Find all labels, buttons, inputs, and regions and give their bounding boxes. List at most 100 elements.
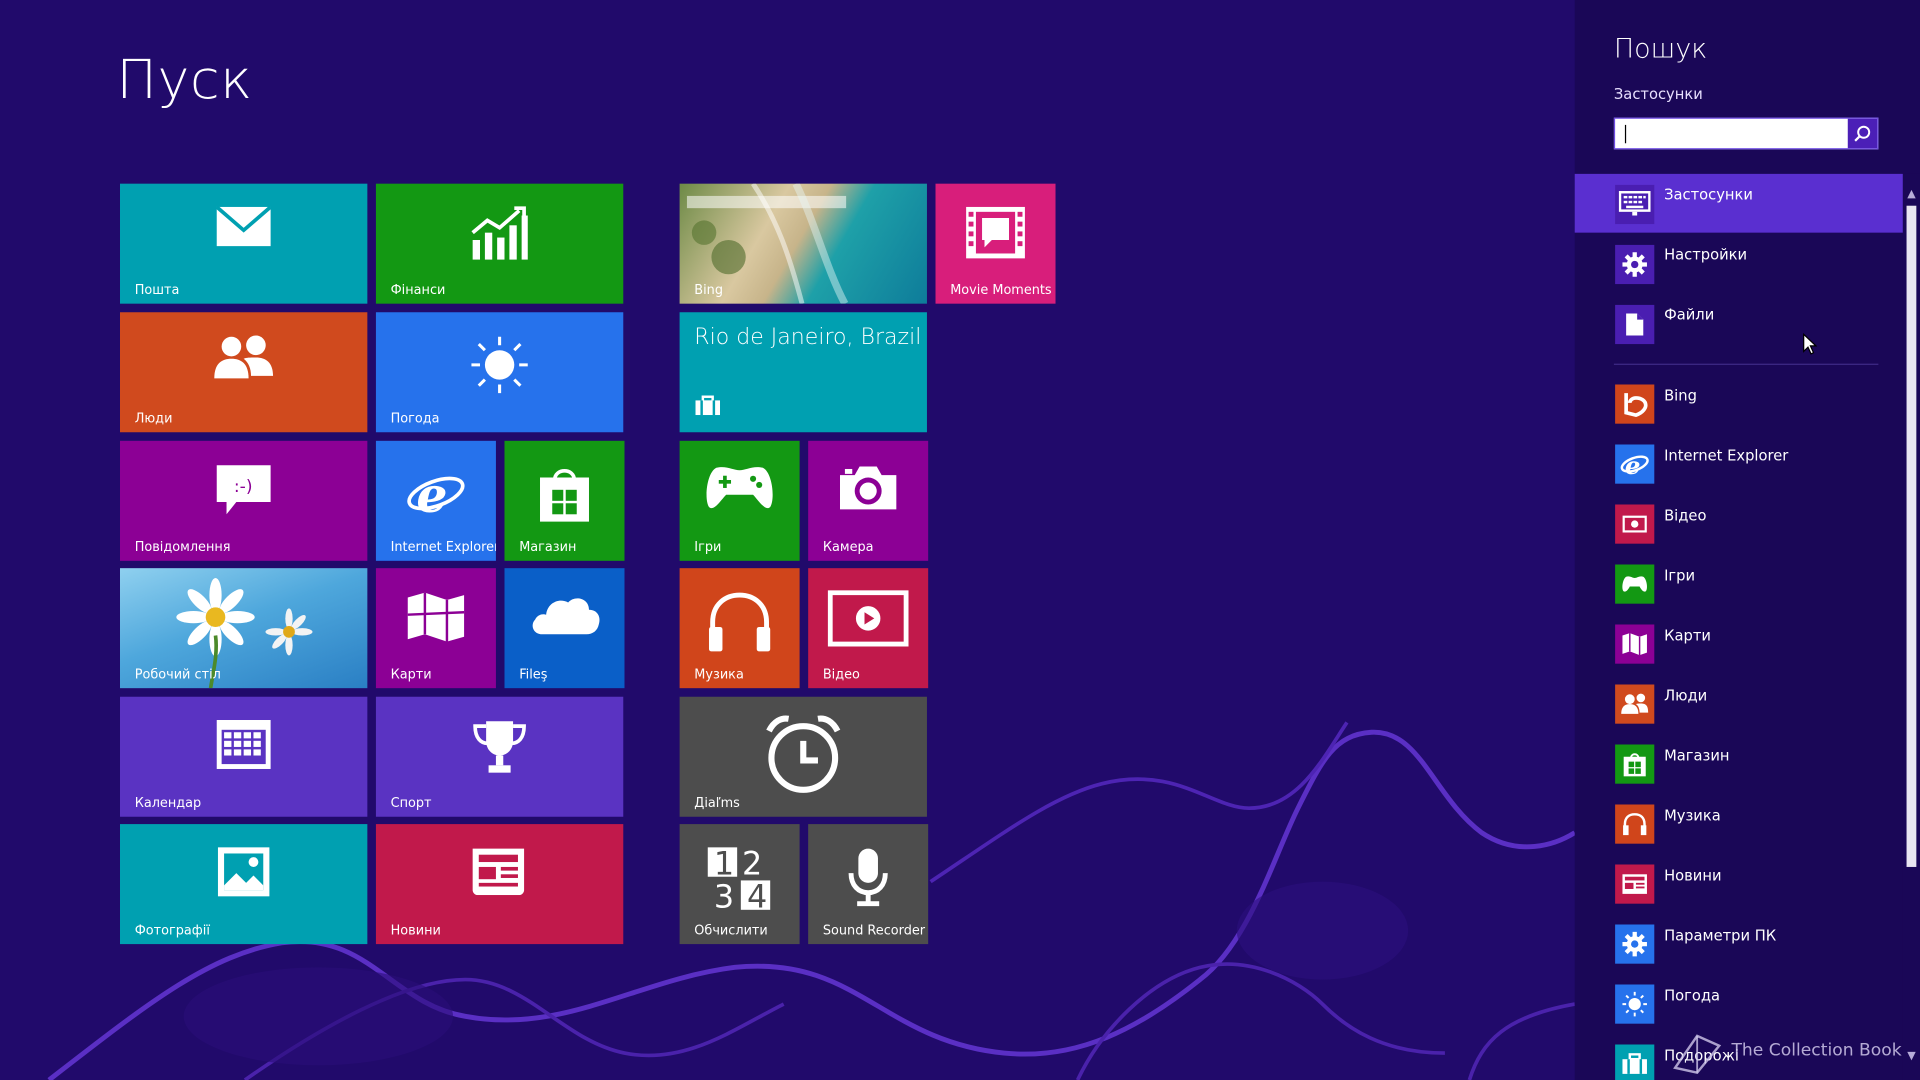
tile-alarms[interactable]: Дiaľms	[679, 696, 927, 817]
tile-label: Fileş	[519, 667, 548, 683]
app-result-games[interactable]: Ігри	[1575, 557, 1903, 611]
camera-icon	[808, 463, 928, 512]
tile-label: Новини	[390, 923, 441, 938]
app-result-people[interactable]: Люди	[1575, 677, 1903, 731]
finance-chart-icon	[376, 206, 623, 262]
tile-photos[interactable]: Фотографії	[120, 824, 368, 945]
app-result-music[interactable]: Музика	[1575, 797, 1903, 851]
app-result-label: Новини	[1664, 866, 1722, 885]
tile-label: Movie Moments	[950, 282, 1052, 298]
scroll-down-arrow-icon[interactable]: ▼	[1905, 1051, 1917, 1063]
tile-games[interactable]: Ігри	[679, 440, 800, 561]
mouse-pointer-icon	[1802, 332, 1818, 360]
people-icon	[1615, 684, 1655, 724]
tile-files[interactable]: Fileş	[504, 568, 625, 689]
tile-video[interactable]: Відео	[808, 568, 929, 689]
app-result-pc-settings[interactable]: Параметри ПК	[1575, 917, 1903, 971]
headphones-icon	[680, 590, 800, 654]
tile-desktop[interactable]: Робочий стіл	[120, 568, 368, 689]
search-scope-label: Застосунки	[1613, 85, 1703, 103]
tile-label: Карти	[390, 667, 432, 683]
app-result-news[interactable]: Новини	[1575, 857, 1903, 911]
tile-mail[interactable]: Пошта	[120, 183, 368, 304]
start-screen: Пуск Пошта Фінанси Люди Погода :-) Повід…	[0, 0, 1920, 1080]
alarm-clock-icon	[680, 714, 927, 795]
search-button[interactable]	[1847, 118, 1878, 149]
app-result-weather[interactable]: Погода	[1575, 977, 1903, 1031]
app-result-label: Музика	[1664, 806, 1721, 825]
scroll-up-arrow-icon[interactable]: ▲	[1905, 189, 1917, 201]
app-result-internet-explorer[interactable]: e Internet Explorer	[1575, 437, 1903, 491]
tile-label: Магазин	[519, 540, 577, 555]
text-caret	[1624, 124, 1627, 144]
app-result-maps[interactable]: Карти	[1575, 617, 1903, 671]
bing-icon	[1615, 384, 1655, 424]
file-icon	[1615, 304, 1655, 345]
tile-finance[interactable]: Фінанси	[375, 183, 624, 304]
tile-movie-moments[interactable]: Movie Moments	[935, 183, 1056, 304]
tile-music[interactable]: Музика	[679, 568, 800, 689]
scope-item-label: Файли	[1664, 306, 1715, 324]
app-result-label: Магазин	[1664, 746, 1730, 765]
scope-item-files[interactable]: Файли	[1575, 294, 1903, 353]
tile-label: Погода	[390, 411, 440, 427]
tile-messaging[interactable]: :-) Повідомлення	[120, 440, 368, 561]
microphone-icon	[808, 846, 928, 910]
tile-label: Пошта	[134, 282, 180, 298]
sun-icon	[376, 334, 623, 395]
tile-camera[interactable]: Камера	[808, 440, 929, 561]
video-icon	[1615, 504, 1655, 544]
app-result-video[interactable]: Відео	[1575, 497, 1903, 551]
mail-icon	[120, 205, 367, 248]
search-results-scrollbar[interactable]: ▲ ▼	[1902, 173, 1920, 1080]
start-title: Пуск	[116, 48, 253, 112]
trophy-icon	[376, 719, 623, 775]
scroll-thumb[interactable]	[1906, 205, 1917, 867]
tile-travel[interactable]: Rio de Janeiro, Brazil	[679, 312, 927, 433]
tile-calendar[interactable]: Календар	[120, 696, 368, 817]
tile-label: Internet Explorer	[390, 540, 496, 555]
svg-text:4: 4	[747, 877, 767, 912]
app-result-store[interactable]: Магазин	[1575, 737, 1903, 791]
scope-item-label: Застосунки	[1664, 186, 1753, 204]
search-input[interactable]	[1613, 117, 1879, 150]
tile-sound-recorder[interactable]: Sound Recorder	[808, 824, 929, 945]
tile-label: Фінанси	[390, 282, 446, 298]
app-result-bing[interactable]: Bing	[1575, 377, 1903, 431]
video-icon	[808, 590, 928, 647]
tile-maps[interactable]: Карти	[375, 568, 496, 689]
tile-internet-explorer[interactable]: e Internet Explorer	[375, 440, 496, 561]
tile-sports[interactable]: Спорт	[375, 696, 624, 817]
app-result-label: Internet Explorer	[1664, 446, 1789, 465]
news-icon	[1615, 864, 1655, 904]
tile-label: Фотографії	[134, 923, 210, 938]
svg-text:e: e	[1625, 451, 1641, 479]
scope-item-settings[interactable]: Настройки	[1575, 234, 1903, 293]
tile-news[interactable]: Новини	[375, 824, 624, 945]
tile-weather[interactable]: Погода	[375, 312, 624, 433]
tile-label: Календар	[134, 795, 202, 811]
tile-label: Дiaľms	[694, 795, 740, 811]
news-icon	[376, 846, 623, 896]
watermark-text: The Collection Book	[1731, 1040, 1902, 1061]
tile-people[interactable]: Люди	[120, 312, 368, 433]
weather-icon	[1615, 984, 1655, 1024]
film-icon	[936, 206, 1056, 260]
suitcase-icon	[694, 395, 721, 420]
scope-item-apps[interactable]: Застосунки	[1574, 173, 1903, 233]
tile-label: Повідомлення	[134, 540, 231, 555]
tile-label: Відео	[822, 667, 860, 683]
tile-store[interactable]: Магазин	[504, 440, 625, 561]
tile-label: Обчислити	[694, 923, 768, 938]
people-icon	[120, 334, 367, 381]
messaging-icon: :-)	[120, 463, 367, 517]
tile-bing[interactable]: Bing	[679, 183, 927, 304]
app-result-label: Bing	[1664, 386, 1697, 405]
photos-icon	[120, 846, 367, 897]
apps-icon	[1615, 184, 1655, 225]
search-icon	[1854, 125, 1871, 142]
tile-label: Люди	[134, 411, 173, 427]
app-result-label: Карти	[1664, 626, 1711, 645]
tile-label: Bing	[694, 282, 724, 298]
tile-calculator[interactable]: 1234 Обчислити	[679, 824, 800, 945]
